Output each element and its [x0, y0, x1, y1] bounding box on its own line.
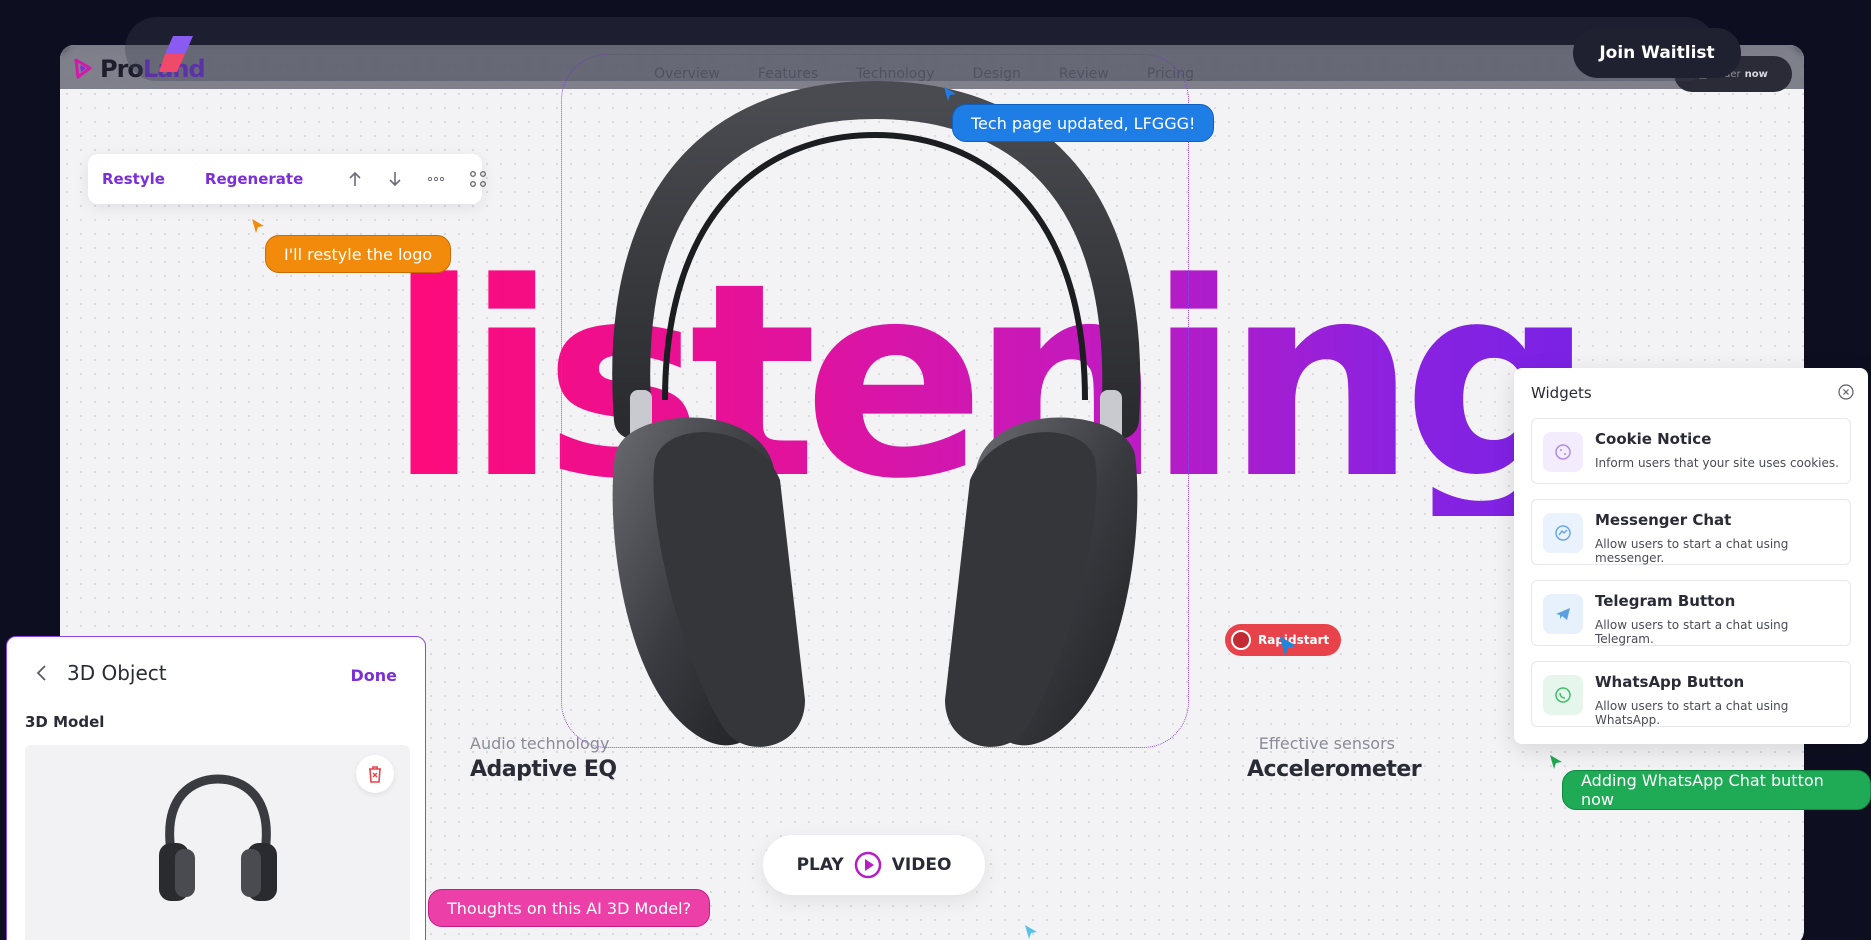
- cookie-icon: [1543, 432, 1583, 472]
- whatsapp-note-bubble: Adding WhatsApp Chat button now: [1562, 770, 1871, 810]
- panel-title: 3D Object: [67, 661, 167, 685]
- more-options-icon[interactable]: [427, 169, 445, 189]
- done-button[interactable]: Done: [350, 666, 397, 685]
- play-label: PLAY: [796, 855, 844, 875]
- trash-icon[interactable]: [356, 755, 394, 793]
- move-down-icon[interactable]: [387, 169, 403, 189]
- widgets-panel: Widgets Cookie Notice Inform users that …: [1514, 368, 1868, 744]
- app-logo-icon: [159, 36, 193, 72]
- play-icon: [854, 851, 881, 879]
- spec-sensors: Effective sensors Accelerometer: [1247, 734, 1422, 782]
- close-icon[interactable]: [1838, 384, 1854, 400]
- headphones-image[interactable]: [575, 60, 1175, 760]
- logo-note-bubble: I'll restyle the logo: [265, 235, 452, 273]
- widgets-title: Widgets: [1531, 384, 1592, 402]
- join-waitlist-button[interactable]: Join Waitlist: [1573, 28, 1741, 78]
- chevron-left-icon[interactable]: [33, 663, 51, 683]
- restyle-button[interactable]: Restyle: [102, 170, 165, 188]
- spec-sensors-value: Accelerometer: [1247, 757, 1422, 782]
- messenger-icon: [1543, 513, 1583, 553]
- widget-name: Messenger Chat: [1595, 511, 1732, 529]
- cursor-logo-icon: [252, 219, 264, 233]
- telegram-icon: [1543, 594, 1583, 634]
- widget-name: Cookie Notice: [1595, 430, 1712, 448]
- regenerate-button[interactable]: Regenerate: [205, 170, 303, 188]
- widget-desc: Inform users that your site uses cookies…: [1595, 456, 1839, 470]
- grid-icon[interactable]: [469, 169, 487, 189]
- model-note-bubble: Thoughts on this AI 3D Model?: [428, 889, 710, 927]
- rapidstart-avatar: [1231, 630, 1251, 650]
- tech-update-bubble: Tech page updated, LFGGG!: [952, 104, 1215, 142]
- cursor-tech-icon: [944, 87, 956, 101]
- spec-audio-label: Audio technology: [470, 734, 610, 753]
- widget-name: Telegram Button: [1595, 592, 1736, 610]
- whatsapp-icon: [1543, 675, 1583, 715]
- model-preview[interactable]: [25, 745, 410, 940]
- play-video-button[interactable]: PLAY VIDEO: [763, 835, 985, 895]
- proland-logo-icon: [74, 58, 92, 79]
- headphones-thumbnail-icon: [159, 774, 277, 901]
- widget-desc: Allow users to start a chat using WhatsA…: [1595, 699, 1789, 727]
- video-label: VIDEO: [891, 855, 952, 875]
- element-toolbar: Restyle Regenerate: [88, 154, 487, 204]
- spec-audio-value: Adaptive EQ: [470, 757, 617, 782]
- spec-sensors-label: Effective sensors: [1258, 734, 1395, 753]
- widget-name: WhatsApp Button: [1595, 673, 1745, 691]
- widget-desc: Allow users to start a chat using Telegr…: [1595, 618, 1789, 646]
- editor-header: [125, 17, 1717, 81]
- widget-cookie-notice[interactable]: Cookie Notice Inform users that your sit…: [1531, 418, 1851, 484]
- widget-messenger-chat[interactable]: Messenger Chat Allow users to start a ch…: [1531, 499, 1851, 565]
- cursor-cyan-icon: [1025, 925, 1037, 939]
- move-up-icon[interactable]: [347, 169, 363, 189]
- section-label: 3D Model: [25, 713, 105, 731]
- widget-desc: Allow users to start a chat using messen…: [1595, 537, 1789, 565]
- order-suffix: now: [1744, 68, 1768, 80]
- widget-telegram-button[interactable]: Telegram Button Allow users to start a c…: [1531, 580, 1851, 646]
- object-panel: 3D Object Done 3D Model: [6, 636, 426, 940]
- cursor-whatsapp-icon: [1550, 755, 1562, 769]
- spec-audio: Audio technology Adaptive EQ: [470, 734, 617, 782]
- cursor-blue-icon: [1279, 636, 1297, 656]
- widget-whatsapp-button[interactable]: WhatsApp Button Allow users to start a c…: [1531, 661, 1851, 727]
